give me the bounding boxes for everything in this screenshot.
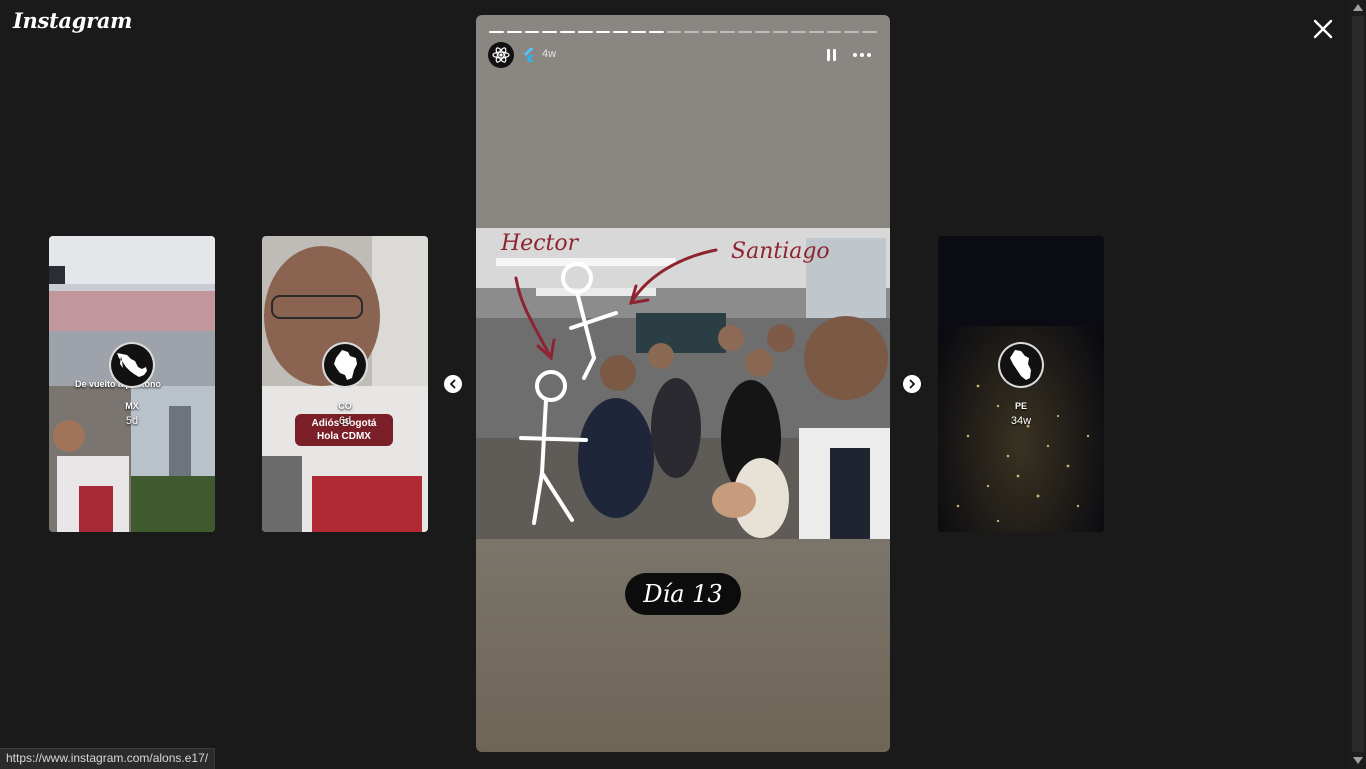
thumbnail-age: 6d [338,415,352,427]
progress-segment [702,31,717,33]
more-options-button[interactable] [852,45,872,70]
story-viewer[interactable]: 4w Hector Santiago Día 13 [476,15,890,752]
page-scrollbar[interactable] [1350,0,1366,768]
chevron-right-icon [909,379,915,389]
scrollbar-thumb[interactable] [1352,16,1364,752]
story-avatar[interactable] [488,42,514,68]
progress-segment [489,31,504,33]
progress-segment [542,31,558,33]
story-thumbnail-mx[interactable]: De vuelto a pantono MX 5d [49,236,215,532]
progress-segment [560,31,575,33]
photo-label-left: Hector [500,231,580,256]
story-thumbnail-co[interactable]: Adiós Bogotá Hola CDMX CO 6d [262,236,428,532]
progress-segment [631,31,646,33]
progress-segment [719,31,735,33]
progress-segment [595,31,611,33]
story-timestamp: 4w [542,48,557,60]
progress-segment [577,31,593,33]
colombia-map-icon [334,350,357,380]
chevron-left-icon [450,379,456,389]
progress-segment [684,31,700,33]
previous-story-button[interactable] [444,375,462,393]
close-icon [1313,19,1333,39]
thumbnail-username: MX [125,401,139,411]
progress-segment [773,31,789,33]
scroll-up-icon[interactable] [1353,4,1363,11]
next-story-button[interactable] [903,375,921,393]
day-sticker: Día 13 [625,573,741,615]
instagram-logo[interactable]: Instagram [13,8,132,33]
status-bar-url: https://www.instagram.com/alons.e17/ [0,748,216,769]
thumbnail-age: 34w [1010,415,1032,427]
progress-segment [506,31,522,33]
avatar [322,342,368,388]
pause-button[interactable] [826,48,838,67]
pause-icon [827,49,836,61]
progress-segment [791,31,806,33]
atom-icon [492,47,510,63]
avatar [109,342,155,388]
thumbnail-username: CO [338,401,352,411]
flutter-icon [524,48,534,62]
photo-label-right: Santiago [731,239,830,264]
progress-segment [755,31,771,33]
progress-segment [737,31,753,33]
more-icon [853,53,871,57]
thumbnail-username: PE [1014,401,1027,411]
progress-segment [666,31,682,33]
progress-segment [862,31,877,33]
story-progress-bar [489,31,877,33]
thumbnail-age: 5d [125,415,139,427]
story-header: 4w [488,42,878,70]
peru-map-icon [1010,350,1031,380]
avatar [998,342,1044,388]
progress-segment [648,31,664,33]
progress-segment [826,31,842,33]
scroll-down-icon[interactable] [1353,757,1363,764]
progress-segment [844,31,860,33]
story-thumbnail-pe[interactable]: PE 34w [938,236,1104,532]
progress-segment [613,31,629,33]
close-button[interactable] [1310,16,1336,42]
mexico-map-icon [117,353,147,377]
story-photo: Hector Santiago [476,228,890,539]
progress-segment [808,31,824,33]
progress-segment [524,31,540,33]
